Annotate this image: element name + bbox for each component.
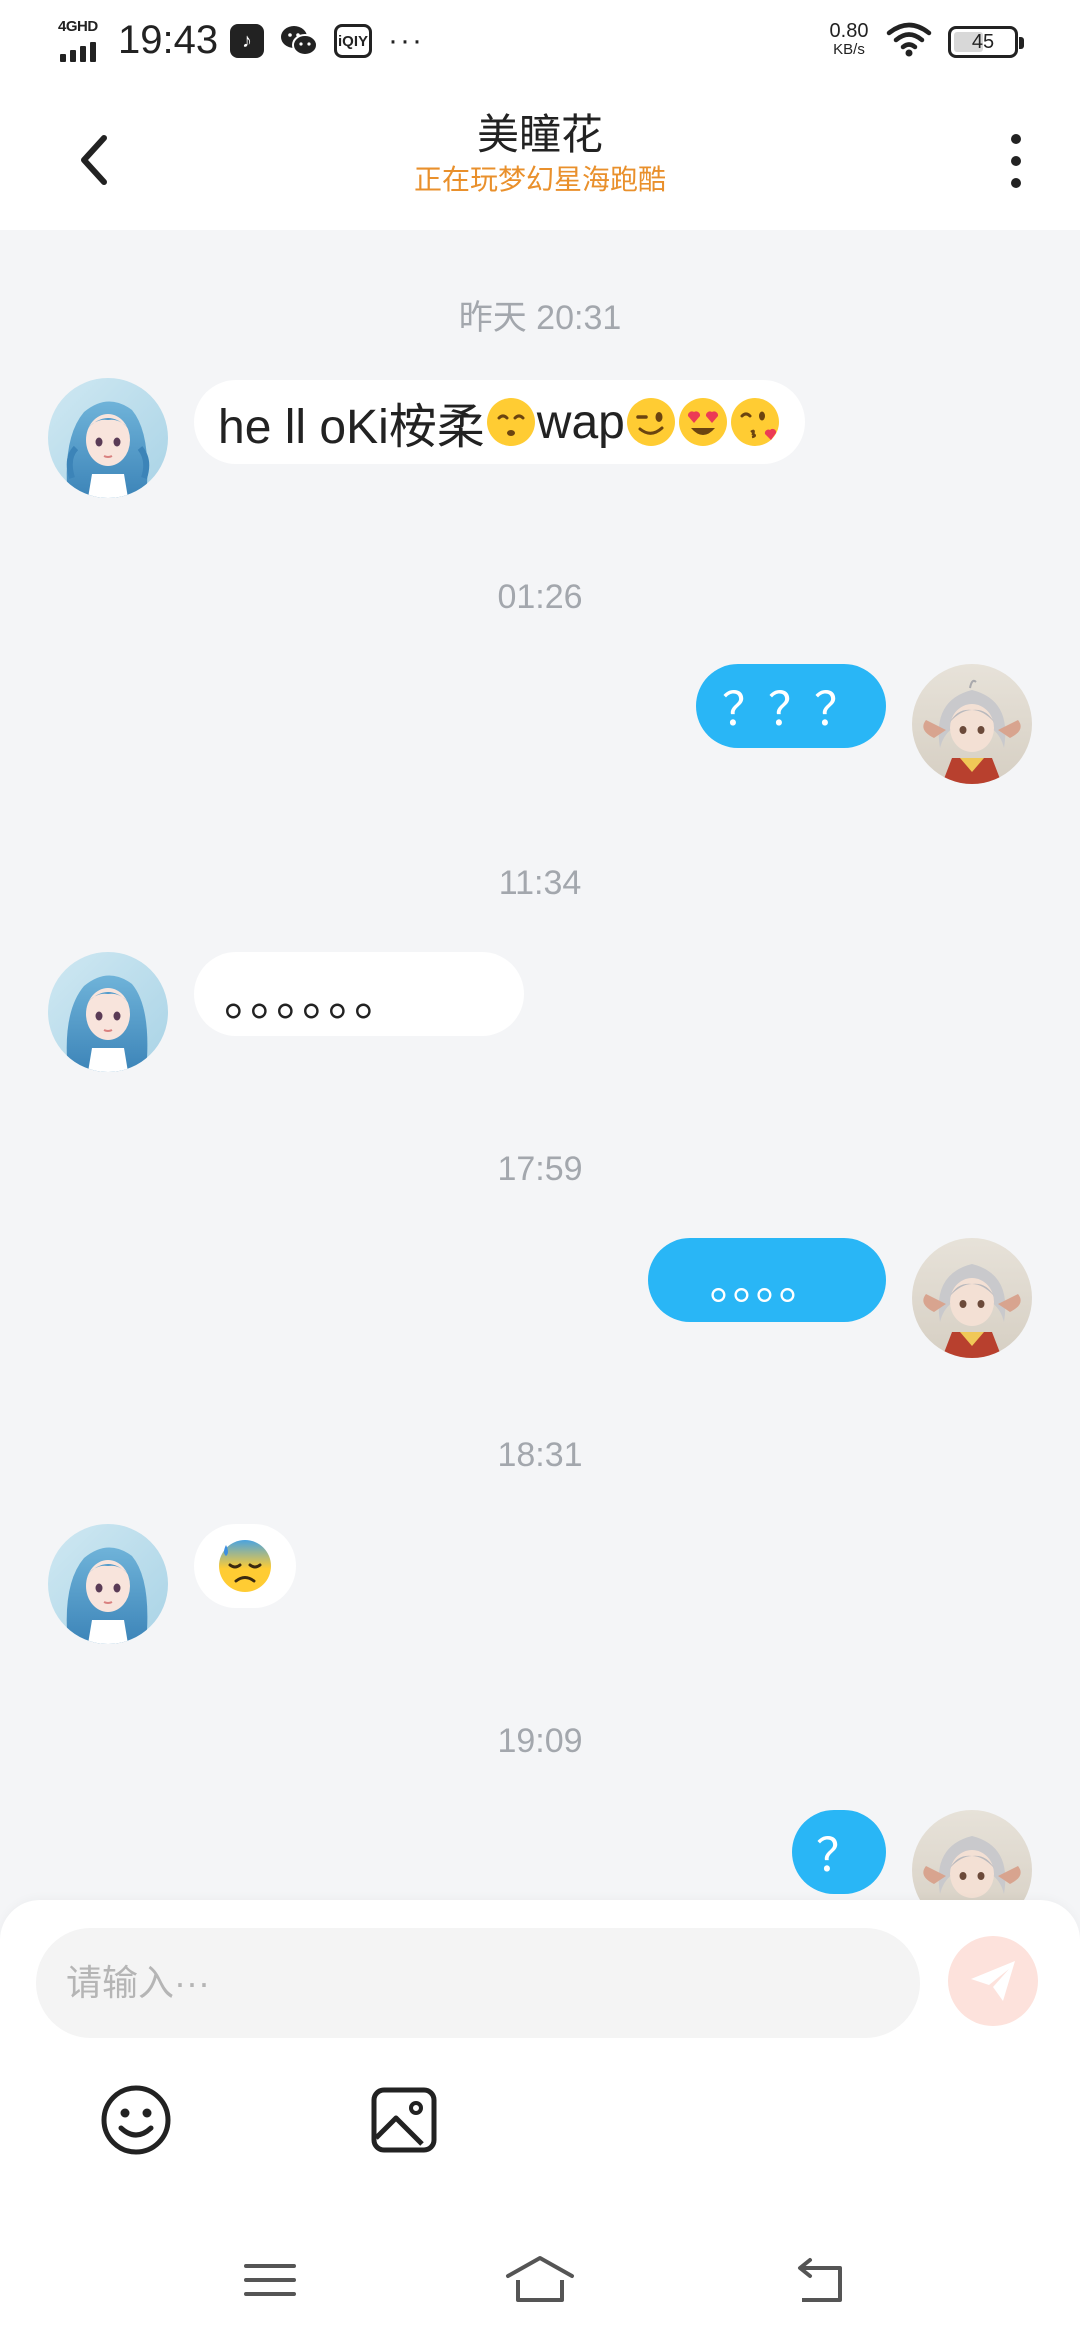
timestamp: 19:09 xyxy=(497,1722,583,1760)
battery-icon: 45 xyxy=(948,26,1024,58)
message-bubble-outgoing[interactable]: ？？？ xyxy=(696,664,886,748)
timestamp: 17:59 xyxy=(497,1150,583,1188)
message-input[interactable] xyxy=(36,1928,920,2038)
iqiyi-icon: iQIY xyxy=(334,24,372,58)
menu-icon xyxy=(244,2264,296,2296)
status-bar: 4GHD 19:43 ♪ iQIY ··· 0.80 KB/s 45 xyxy=(0,0,1080,84)
signal-bars-icon xyxy=(60,42,96,62)
contact-avatar[interactable] xyxy=(48,952,168,1072)
message-bubble-incoming[interactable]: 。。。。。。 xyxy=(194,952,524,1036)
message-list[interactable]: 昨天 20:31 he ll oKi桉柔 wap 01:26 ？？？ 11:34… xyxy=(0,230,1080,1900)
clock: 19:43 xyxy=(118,18,219,62)
message-bubble-outgoing[interactable]: ？ xyxy=(792,1810,886,1894)
menu-nav-button[interactable] xyxy=(230,2250,310,2310)
back-button[interactable] xyxy=(66,124,126,194)
heart-eyes-emoji-icon xyxy=(678,398,727,446)
chevron-left-icon xyxy=(81,135,107,185)
contact-status: 正在玩梦幻星海跑酷 xyxy=(413,164,666,195)
wifi-icon xyxy=(886,22,932,57)
contact-name: 美瞳花 xyxy=(476,111,603,158)
notification-icons: ♪ iQIY ··· xyxy=(230,24,424,58)
image-button[interactable] xyxy=(362,2078,446,2162)
timestamp: 11:34 xyxy=(498,864,582,902)
speed-value: 0.80 xyxy=(829,20,869,42)
message-bubble-incoming[interactable] xyxy=(194,1524,296,1608)
network-type: 4GHD xyxy=(58,18,98,35)
message-bubble-outgoing[interactable]: 。。。。 xyxy=(648,1238,886,1322)
smiley-icon xyxy=(101,2085,171,2155)
system-nav-bar xyxy=(0,2220,1080,2340)
more-notifications-icon: ··· xyxy=(388,24,424,57)
home-icon xyxy=(506,2256,574,2302)
wechat-icon xyxy=(281,26,318,56)
cellular-signal: 4GHD xyxy=(58,18,108,62)
more-options-button[interactable] xyxy=(996,126,1036,196)
contact-avatar[interactable] xyxy=(48,1524,168,1644)
my-avatar[interactable] xyxy=(912,1238,1032,1358)
chat-header: 美瞳花 正在玩梦幻星海跑酷 xyxy=(0,84,1080,230)
timestamp: 01:26 xyxy=(497,578,583,616)
my-avatar[interactable] xyxy=(912,664,1032,784)
kissing-smiling-eyes-emoji-icon xyxy=(486,398,535,446)
emoji-button[interactable] xyxy=(94,2078,178,2162)
home-nav-button[interactable] xyxy=(500,2250,580,2310)
back-icon xyxy=(798,2258,842,2302)
contact-avatar[interactable] xyxy=(48,378,168,498)
winking-face-emoji-icon xyxy=(626,398,675,446)
message-text-continued: wap xyxy=(536,395,625,449)
send-button[interactable] xyxy=(948,1936,1038,2026)
chat-screen: 4GHD 19:43 ♪ iQIY ··· 0.80 KB/s 45 美瞳花 正… xyxy=(0,0,1080,2340)
my-avatar[interactable] xyxy=(912,1810,1032,1900)
message-text: he ll oKi桉柔 xyxy=(218,401,485,454)
message-bubble-incoming[interactable]: he ll oKi桉柔 wap xyxy=(194,380,805,464)
paper-plane-icon xyxy=(971,1961,1015,2001)
anxious-face-with-sweat-emoji-icon xyxy=(219,1540,271,1592)
timestamp: 昨天 20:31 xyxy=(458,299,622,337)
speed-unit: KB/s xyxy=(833,41,865,58)
back-nav-button[interactable] xyxy=(782,2250,862,2310)
message-text: 。。。。。。 xyxy=(224,973,405,1026)
face-blowing-kiss-emoji-icon xyxy=(730,398,779,446)
message-text: ？ xyxy=(816,1829,862,1881)
tiktok-icon: ♪ xyxy=(230,24,264,58)
image-icon xyxy=(371,2087,437,2153)
network-speed: 0.80 KB/s xyxy=(822,20,876,58)
timestamp: 18:31 xyxy=(497,1436,583,1474)
battery-level: 45 xyxy=(971,30,995,53)
contact-info[interactable]: 美瞳花 正在玩梦幻星海跑酷 xyxy=(240,108,840,198)
vertical-dots-icon xyxy=(1011,134,1021,144)
message-text: ？？？ xyxy=(722,683,860,735)
message-text: 。。。。 xyxy=(709,1257,825,1309)
